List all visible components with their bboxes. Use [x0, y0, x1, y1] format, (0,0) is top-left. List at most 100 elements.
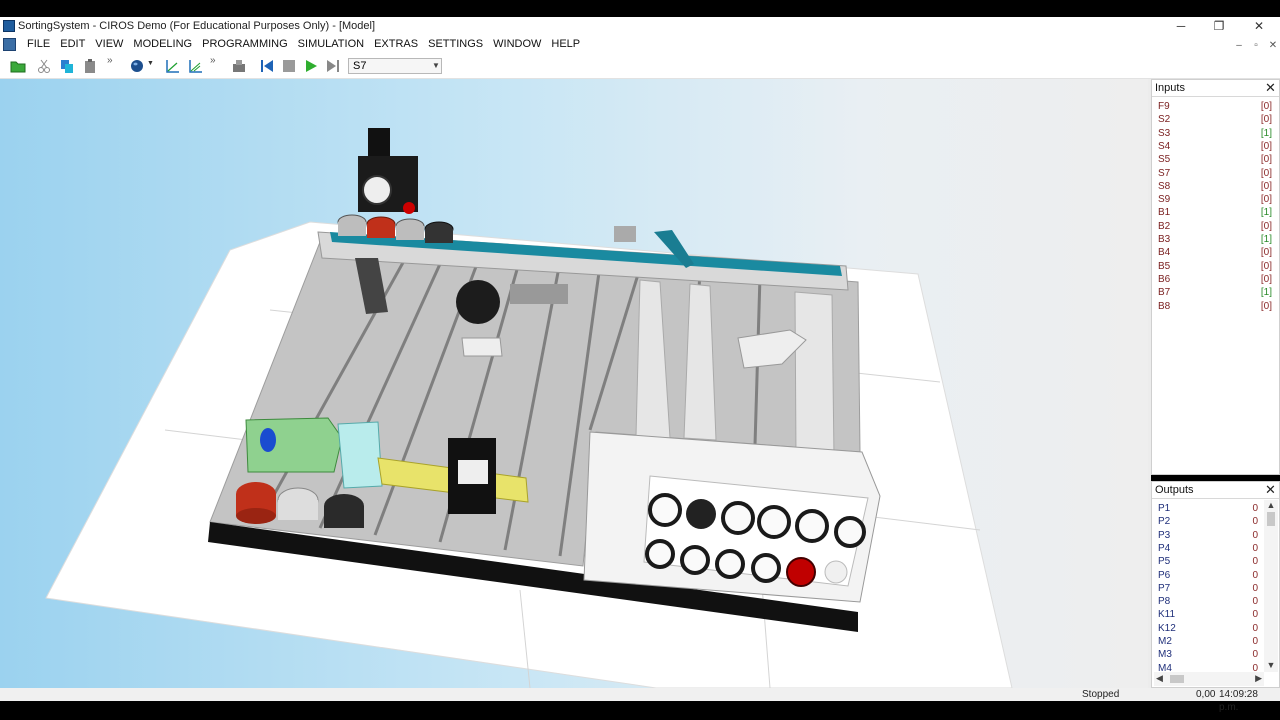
output-signal-name: P2 [1158, 516, 1171, 528]
robot-icon[interactable] [231, 58, 247, 74]
document-icon[interactable] [3, 38, 16, 51]
input-row[interactable]: B7 [1] [1158, 286, 1272, 299]
input-row[interactable]: B3 [1] [1158, 233, 1272, 246]
mdi-close-button[interactable]: ✕ [1266, 40, 1280, 51]
minimize-button[interactable]: ─ [1162, 18, 1200, 35]
input-row[interactable]: F9 [0] [1158, 100, 1272, 113]
input-signal-value: [0] [1260, 114, 1272, 126]
scroll-thumb[interactable] [1267, 512, 1275, 526]
output-signal-name: P4 [1158, 542, 1171, 554]
reset-icon[interactable] [259, 58, 275, 74]
output-signal-value: 0 [1252, 516, 1258, 528]
input-signal-name: S8 [1158, 180, 1171, 192]
scroll-up-icon[interactable]: ▲ [1264, 500, 1278, 510]
input-signal-value: [0] [1260, 260, 1272, 272]
input-row[interactable]: B6 [0] [1158, 273, 1272, 286]
output-signal-value: 0 [1252, 529, 1258, 541]
output-row[interactable]: M3 0 [1158, 648, 1258, 661]
outputs-hscrollbar[interactable]: ◀ ▶ [1154, 672, 1264, 686]
scroll-thumb[interactable] [1170, 675, 1184, 683]
menu-item-help[interactable]: HELP [546, 38, 585, 50]
output-row[interactable]: P5 0 [1158, 555, 1258, 568]
close-icon[interactable]: ✕ [1264, 483, 1277, 496]
inputs-panel-header: Inputs [1152, 80, 1279, 97]
output-row[interactable]: P2 0 [1158, 515, 1258, 528]
slide-3 [794, 291, 835, 459]
chevron-down-icon[interactable]: ▼ [147, 60, 154, 67]
inputs-panel: Inputs ✕ F9 [0] S2 [0] S3 [1] S4 [0] S5 [0] S7 [0] S… [1151, 79, 1280, 475]
output-signal-value: 0 [1252, 582, 1258, 594]
input-row[interactable]: S7 [0] [1158, 167, 1272, 180]
overflow-chevron-icon[interactable]: » [210, 55, 216, 66]
plc-type-select[interactable]: S7 [348, 58, 442, 74]
chevron-down-icon[interactable]: ▼ [430, 58, 442, 74]
axes-grid-icon[interactable] [188, 58, 204, 74]
output-row[interactable]: P1 0 [1158, 502, 1258, 515]
input-row[interactable]: S9 [0] [1158, 193, 1272, 206]
output-signal-name: P7 [1158, 582, 1171, 594]
mdi-minimize-button[interactable]: – [1232, 40, 1246, 51]
output-signal-name: M3 [1158, 649, 1172, 661]
output-row[interactable]: P4 0 [1158, 542, 1258, 555]
output-row[interactable]: P3 0 [1158, 529, 1258, 542]
output-row[interactable]: K12 0 [1158, 622, 1258, 635]
menu-item-view[interactable]: VIEW [90, 38, 128, 50]
output-signal-name: P1 [1158, 503, 1171, 514]
stop-icon[interactable] [281, 58, 297, 74]
paste-icon[interactable] [82, 58, 98, 74]
menu-item-window[interactable]: WINDOW [488, 38, 546, 50]
step-icon[interactable] [325, 58, 341, 74]
input-signal-name: S7 [1158, 167, 1171, 179]
output-row[interactable]: M2 0 [1158, 635, 1258, 648]
input-row[interactable]: B5 [0] [1158, 260, 1272, 273]
output-signal-name: K12 [1158, 622, 1176, 634]
copy-icon[interactable] [59, 58, 75, 74]
output-signal-value: 0 [1252, 542, 1258, 554]
axes-icon[interactable] [165, 58, 181, 74]
output-row[interactable]: P8 0 [1158, 595, 1258, 608]
input-signal-value: [0] [1260, 194, 1272, 206]
scroll-right-icon[interactable]: ▶ [1255, 673, 1262, 684]
input-signal-name: B3 [1158, 234, 1171, 245]
window-title: SortingSystem - CIROS Demo (For Educatio… [18, 20, 376, 32]
input-row[interactable]: B2 [0] [1158, 220, 1272, 233]
input-row[interactable]: B8 [0] [1158, 300, 1272, 313]
input-row[interactable]: S5 [0] [1158, 153, 1272, 166]
input-signal-name: S4 [1158, 140, 1171, 152]
cut-icon[interactable] [36, 58, 52, 74]
menu-item-modeling[interactable]: MODELING [128, 38, 197, 50]
slide-2 [683, 283, 717, 441]
output-row[interactable]: P7 0 [1158, 582, 1258, 595]
restore-button[interactable]: ❐ [1200, 18, 1238, 35]
input-row[interactable]: S3 [1] [1158, 127, 1272, 140]
menu-item-extras[interactable]: EXTRAS [369, 38, 423, 50]
scroll-down-icon[interactable]: ▼ [1264, 660, 1278, 670]
input-row[interactable]: B1 [1] [1158, 206, 1272, 219]
feeder-blue-part [260, 428, 276, 452]
outputs-vscrollbar[interactable]: ▲ ▼ [1264, 500, 1278, 672]
overflow-chevron-icon[interactable]: » [107, 55, 113, 66]
scroll-left-icon[interactable]: ◀ [1156, 673, 1163, 684]
output-row[interactable]: P6 0 [1158, 569, 1258, 582]
close-icon[interactable]: ✕ [1264, 81, 1277, 94]
3d-model-viewport[interactable] [0, 79, 1148, 688]
menu-item-programming[interactable]: PROGRAMMING [197, 38, 293, 50]
input-row[interactable]: S4 [0] [1158, 140, 1272, 153]
input-row[interactable]: B4 [0] [1158, 246, 1272, 259]
output-signal-name: P5 [1158, 556, 1171, 568]
input-signal-name: B8 [1158, 300, 1171, 312]
menu-item-simulation[interactable]: SIMULATION [293, 38, 369, 50]
close-button[interactable]: ✕ [1240, 18, 1278, 35]
simulation-status: Stopped [1082, 689, 1120, 700]
input-row[interactable]: S2 [0] [1158, 113, 1272, 126]
input-signal-value: [1] [1260, 207, 1272, 219]
open-folder-icon[interactable] [10, 58, 26, 74]
mdi-restore-button[interactable]: ▫ [1249, 40, 1263, 51]
sphere-view-icon[interactable] [130, 58, 146, 74]
play-icon[interactable] [303, 58, 319, 74]
menu-item-file[interactable]: FILE [22, 38, 55, 50]
menu-item-edit[interactable]: EDIT [55, 38, 90, 50]
menu-item-settings[interactable]: SETTINGS [423, 38, 488, 50]
input-row[interactable]: S8 [0] [1158, 180, 1272, 193]
output-row[interactable]: K11 0 [1158, 608, 1258, 621]
